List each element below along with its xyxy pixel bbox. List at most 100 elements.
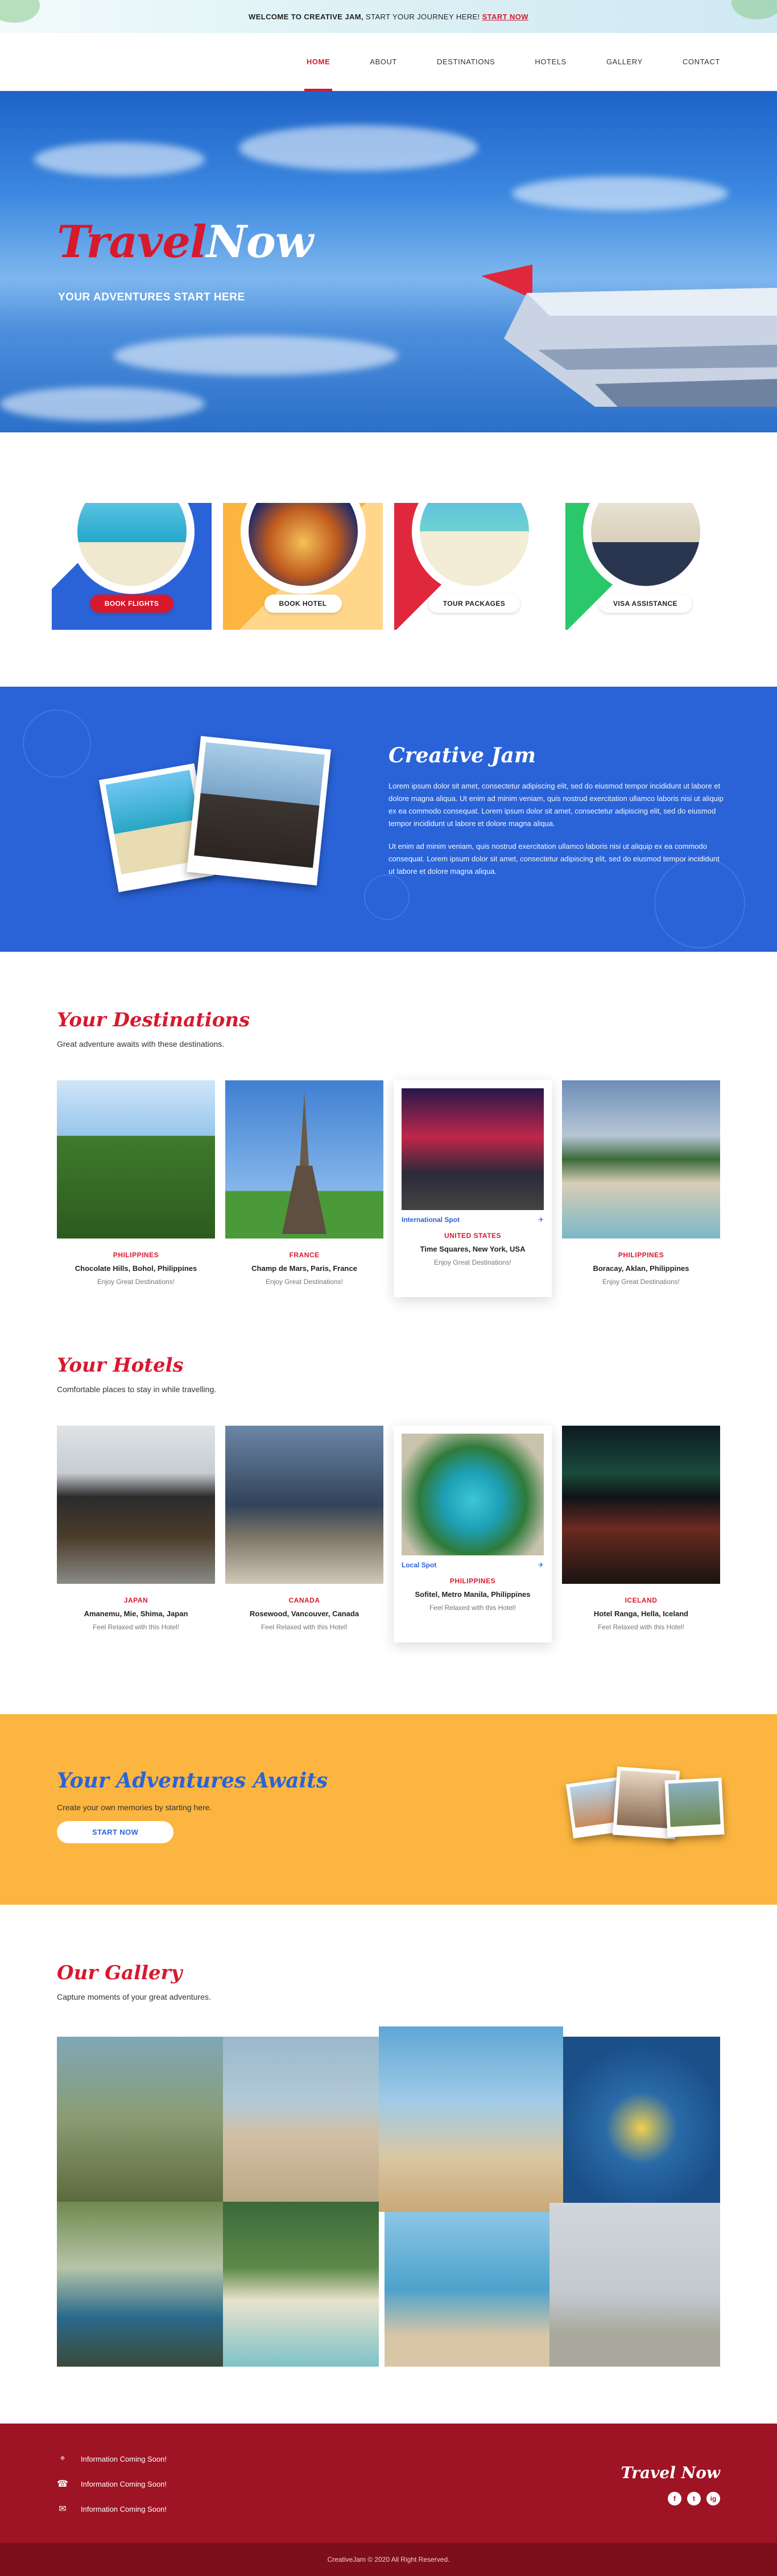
hotel-country: JAPAN xyxy=(123,1596,148,1604)
cloud xyxy=(34,142,205,176)
hotel-card[interactable]: CANADA Rosewood, Vancouver, Canada Feel … xyxy=(225,1426,383,1642)
footer-email-row: ✉ Information Coming Soon! xyxy=(57,2503,167,2515)
gallery-image-splash[interactable] xyxy=(549,2203,720,2367)
destination-card-highlighted[interactable]: International Spot ✈ UNITED STATES Time S… xyxy=(394,1080,552,1297)
hotels-section: Your Hotels Comfortable places to stay i… xyxy=(57,1297,720,1642)
hotel-place: Amanemu, Mie, Shima, Japan xyxy=(84,1609,188,1618)
gallery-grid xyxy=(57,2026,720,2367)
instagram-icon[interactable]: ig xyxy=(706,2492,720,2505)
gallery-image-pool[interactable] xyxy=(563,2037,720,2203)
service-card-flights[interactable]: BOOK FLIGHTS xyxy=(52,503,212,630)
gallery-image-cliff[interactable] xyxy=(57,2037,223,2202)
about-title: Creative Jam xyxy=(388,744,536,767)
hotel-card[interactable]: JAPAN Amanemu, Mie, Shima, Japan Feel Re… xyxy=(57,1426,215,1642)
hotel-card-highlighted[interactable]: Local Spot ✈ PHILIPPINES Sofitel, Metro M… xyxy=(394,1426,552,1642)
hotel-place: Hotel Ranga, Hella, Iceland xyxy=(593,1609,689,1618)
gallery-image-beach-chair[interactable] xyxy=(223,2037,379,2202)
tour-packages-button[interactable]: TOUR PACKAGES xyxy=(428,595,520,613)
twitter-icon[interactable]: t xyxy=(687,2492,701,2505)
destination-card[interactable]: PHILIPPINES Boracay, Aklan, Philippines … xyxy=(562,1080,720,1297)
nav-destinations[interactable]: DESTINATIONS xyxy=(437,33,495,91)
adventures-text: Your Adventures Awaits Create your own m… xyxy=(57,1769,328,1843)
destinations-title: Your Destinations xyxy=(57,1009,250,1031)
spot-row: Local Spot ✈ xyxy=(402,1555,544,1575)
hotel-note: Feel Relaxed with this Hotel! xyxy=(597,1623,685,1631)
nav-home[interactable]: HOME xyxy=(304,33,333,91)
hero-logo-now: Now xyxy=(206,216,313,268)
hotel-place: Sofitel, Metro Manila, Philippines xyxy=(415,1590,531,1599)
gallery-title: Our Gallery xyxy=(57,1962,183,1984)
hotel-country: CANADA xyxy=(288,1596,320,1604)
hotel-card[interactable]: ICELAND Hotel Ranga, Hella, Iceland Feel… xyxy=(562,1426,720,1642)
nav-about[interactable]: ABOUT xyxy=(370,33,397,91)
nav-gallery[interactable]: GALLERY xyxy=(606,33,643,91)
plane-icon: ✈ xyxy=(538,1216,544,1224)
hotel-note: Feel Relaxed with this Hotel! xyxy=(429,1604,516,1612)
journey-text: START YOUR JOURNEY HERE! xyxy=(366,12,480,21)
copyright-bar: CreativeJam © 2020 All Right Reserved. xyxy=(0,2543,777,2576)
destination-place: Chocolate Hills, Bohol, Philippines xyxy=(75,1264,197,1273)
services-row: BOOK FLIGHTS BOOK HOTEL TOUR PACKAGES VI… xyxy=(0,432,777,687)
nav-hotels[interactable]: HOTELS xyxy=(535,33,567,91)
destination-note: Enjoy Great Destinations! xyxy=(265,1278,344,1286)
adventures-photos xyxy=(565,1766,725,1843)
gallery-image-waterfall[interactable] xyxy=(57,2202,223,2367)
gallery-section: Our Gallery Capture moments of your grea… xyxy=(57,1905,720,2367)
destination-card[interactable]: PHILIPPINES Chocolate Hills, Bohol, Phil… xyxy=(57,1080,215,1297)
gallery-image-jumping[interactable] xyxy=(379,2026,563,2212)
destinations-subtitle: Great adventure awaits with these destin… xyxy=(57,1039,225,1048)
phone-icon: ☎ xyxy=(57,2479,68,2489)
hero-tagline: YOUR ADVENTURES START HERE xyxy=(58,291,245,303)
service-card-hotel[interactable]: BOOK HOTEL xyxy=(223,503,383,630)
destination-note: Enjoy Great Destinations! xyxy=(433,1258,512,1266)
gallery-image-island[interactable] xyxy=(223,2202,379,2367)
hero-banner: TravelNow YOUR ADVENTURES START HERE xyxy=(0,91,777,432)
location-pin-icon: ⌖ xyxy=(60,2454,65,2463)
mail-icon: ✉ xyxy=(59,2504,67,2514)
top-announcement-bar: WELCOME TO CREATIVE JAM, START YOUR JOUR… xyxy=(0,0,777,33)
footer-info-text: Information Coming Soon! xyxy=(81,2454,167,2463)
gallery-image-kid-beach[interactable] xyxy=(385,2212,549,2367)
service-card-visa[interactable]: VISA ASSISTANCE xyxy=(565,503,725,630)
adventures-subtitle: Create your own memories by starting her… xyxy=(57,1803,212,1812)
book-hotel-button[interactable]: BOOK HOTEL xyxy=(264,595,342,613)
start-now-button[interactable]: START NOW xyxy=(57,1821,174,1843)
hero-logo-travel: Travel xyxy=(57,216,207,268)
doodle xyxy=(23,709,91,778)
cloud xyxy=(239,125,478,171)
destination-image xyxy=(225,1080,383,1239)
destination-image xyxy=(562,1080,720,1239)
welcome-text: WELCOME TO CREATIVE JAM, xyxy=(249,12,364,21)
footer-socials: f t ig xyxy=(668,2492,720,2505)
service-card-tours[interactable]: TOUR PACKAGES xyxy=(394,503,554,630)
destination-country: FRANCE xyxy=(289,1251,320,1259)
footer-info: ⌖ Information Coming Soon! ☎ Information C… xyxy=(57,2453,167,2528)
footer-phone-row: ☎ Information Coming Soon! xyxy=(57,2478,167,2490)
visa-assistance-button[interactable]: VISA ASSISTANCE xyxy=(598,595,692,613)
hotel-image xyxy=(402,1434,544,1555)
about-paragraph-2: Ut enim ad minim veniam, quis nostrud ex… xyxy=(388,842,720,876)
cloud xyxy=(0,387,205,421)
destination-country: PHILIPPINES xyxy=(618,1251,664,1259)
airplane-wing-image xyxy=(481,265,777,407)
start-now-link[interactable]: START NOW xyxy=(482,13,528,21)
spot-row: International Spot ✈ xyxy=(402,1210,544,1229)
destination-note: Enjoy Great Destinations! xyxy=(602,1278,680,1286)
facebook-icon[interactable]: f xyxy=(668,2492,681,2505)
hotels-cards: JAPAN Amanemu, Mie, Shima, Japan Feel Re… xyxy=(57,1426,720,1642)
destination-place: Boracay, Aklan, Philippines xyxy=(593,1264,689,1273)
hero-logo: TravelNow xyxy=(57,216,313,268)
about-section: Creative Jam Lorem ipsum dolor sit amet,… xyxy=(0,687,777,952)
adventure-photo xyxy=(664,1777,725,1838)
destination-card[interactable]: FRANCE Champ de Mars, Paris, France Enjo… xyxy=(225,1080,383,1297)
hotel-note: Feel Relaxed with this Hotel! xyxy=(92,1623,180,1631)
destinations-section: Your Destinations Great adventure awaits… xyxy=(57,952,720,1297)
footer-info-text: Information Coming Soon! xyxy=(81,2504,167,2513)
book-flights-button[interactable]: BOOK FLIGHTS xyxy=(89,595,174,613)
nav-contact[interactable]: CONTACT xyxy=(683,33,720,91)
hotel-image xyxy=(57,1426,215,1584)
destination-note: Enjoy Great Destinations! xyxy=(97,1278,175,1286)
destination-place: Champ de Mars, Paris, France xyxy=(251,1264,357,1273)
cloud xyxy=(512,176,728,210)
destination-country: UNITED STATES xyxy=(444,1232,502,1240)
